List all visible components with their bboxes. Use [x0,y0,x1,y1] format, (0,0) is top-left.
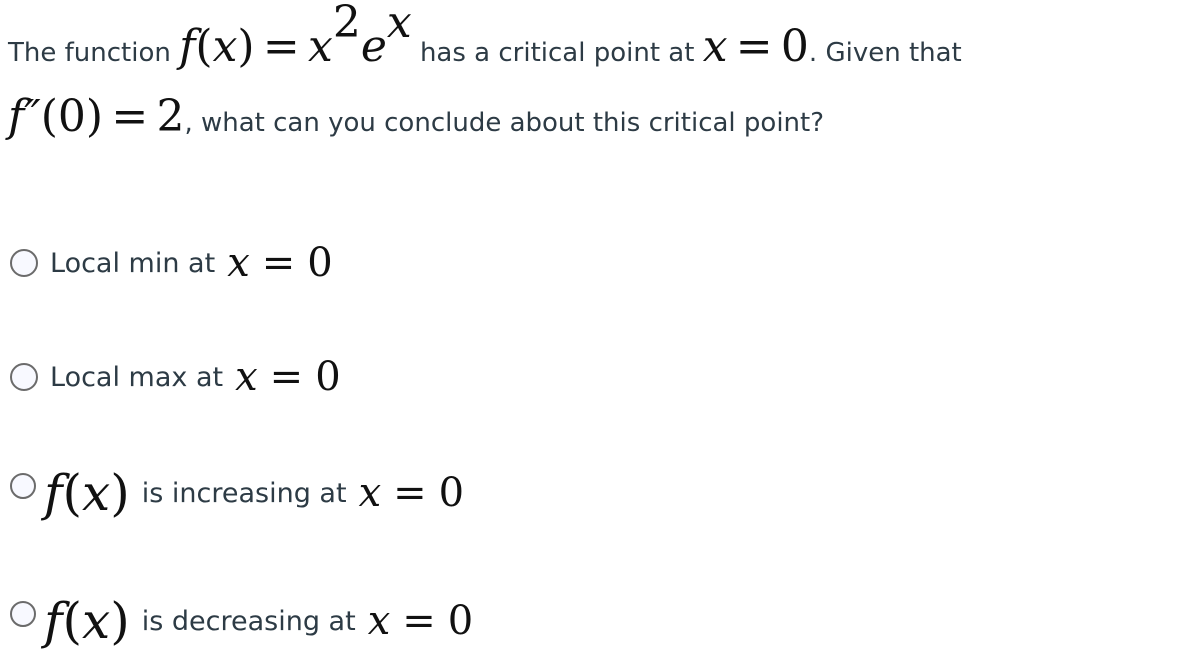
radio-button[interactable] [10,363,38,391]
option-increasing[interactable]: f(x) is increasing at x = 0 [10,464,464,522]
math-paren-close: ) [237,21,255,72]
math-paren-open: ( [62,464,83,522]
radio-button[interactable] [10,249,38,277]
radio-button[interactable] [10,601,36,627]
math-var-x: x [227,240,250,286]
option-label: Local max at [50,361,224,393]
math-var-x: x [212,21,238,72]
math-var-x: x [358,470,382,516]
question-text-middle: has a critical point at [419,38,695,68]
math-crit-value: 0 [780,21,809,72]
math-func-f: f [44,592,63,650]
math-equals: = [393,470,427,516]
math-paren-open: ( [195,21,213,72]
question-text-after: . Given that [808,38,962,68]
option-local-max[interactable]: Local max at x = 0 [10,354,341,400]
math-equals: = [111,91,149,142]
question-line-1: The function f(x) = x2ex has a critical … [8,0,962,78]
math-value: 0 [447,598,474,644]
question-text-intro: The function [8,38,171,68]
math-arg-x: x [82,464,111,522]
math-arg-zero: (0) [40,91,104,142]
math-func-f: f [179,21,196,72]
question-text-tail: , what can you conclude about this criti… [184,108,825,138]
math-equals: = [402,598,436,644]
option-decreasing[interactable]: f(x) is decreasing at x = 0 [10,592,473,650]
math-base-x: x [307,21,333,72]
option-local-min[interactable]: Local min at x = 0 [10,240,333,286]
math-exponent-2: 2 [332,0,361,48]
math-base-e: e [360,21,387,72]
math-var-x: x [235,354,258,400]
option-label: is decreasing at [141,605,356,637]
math-paren-open: ( [62,592,83,650]
math-equals: = [262,21,300,72]
radio-button[interactable] [10,473,36,499]
math-arg-x: x [82,592,111,650]
math-var-x: x [367,598,391,644]
option-label: is increasing at [141,477,347,509]
question-line-2: f″(0) = 2, what can you conclude about t… [8,92,824,148]
math-paren-close: ) [110,464,130,522]
math-exponent-x: x [386,0,412,48]
math-crit-var: x [702,21,728,72]
math-value-2: 2 [156,91,185,142]
math-value: 0 [438,470,465,516]
math-paren-close: ) [110,592,130,650]
math-crit-equals: = [735,21,773,72]
math-second-derivative: f″ [8,91,41,142]
math-value: 0 [307,240,333,286]
math-equals: = [269,354,304,400]
option-label: Local min at [50,247,216,279]
math-value: 0 [315,354,341,400]
math-equals: = [261,240,296,286]
math-func-f: f [44,464,63,522]
